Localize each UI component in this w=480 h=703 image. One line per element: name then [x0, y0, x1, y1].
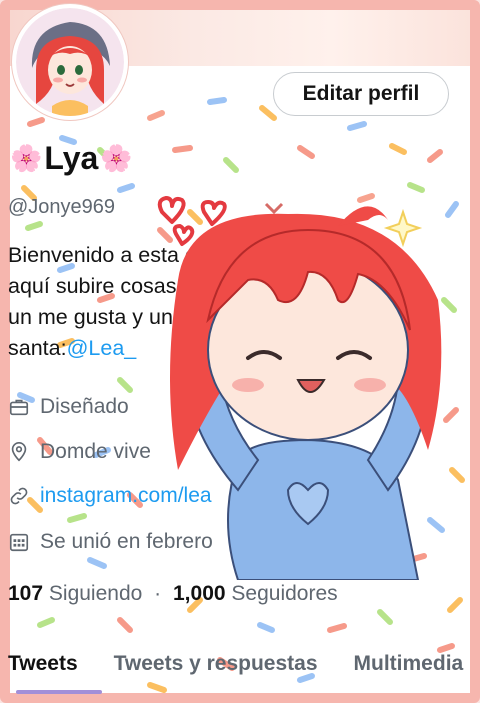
bio-mention-link[interactable]: @Lea_	[67, 336, 137, 360]
following-label: Siguiendo	[48, 582, 143, 605]
followers-count: 1,000	[173, 582, 226, 605]
briefcase-icon	[9, 399, 29, 416]
following-count: 107	[8, 582, 44, 605]
chibi-character-sticker	[157, 196, 442, 580]
stats-separator: ·	[154, 582, 162, 605]
followers-label: Seguidores	[231, 582, 338, 605]
flower-emoji-left: 🌸	[10, 143, 43, 173]
followers-link[interactable]: 1,000 Seguidores	[173, 582, 338, 605]
link-icon	[10, 487, 28, 505]
flower-emoji-right: 🌸	[100, 143, 133, 173]
avatar-illustration	[16, 8, 124, 116]
edit-profile-button[interactable]: Editar perfil	[273, 72, 449, 116]
meta-designed-text: Diseñado	[40, 395, 129, 418]
meta-designed: Diseñado	[8, 395, 129, 419]
profile-avatar[interactable]	[12, 4, 128, 120]
meta-location: Domde vive	[8, 440, 151, 464]
active-tab-indicator	[16, 690, 102, 694]
map-pin-icon	[11, 442, 27, 462]
tab-tweets[interactable]: Tweets	[8, 652, 78, 676]
bio-line-text: santa:	[8, 336, 67, 360]
profile-display-name: Lya	[44, 140, 99, 176]
profile-handle: @Jonye969	[8, 196, 116, 218]
follow-stats: 107 Siguiendo · 1,000 Seguidores	[8, 582, 338, 606]
calendar-icon	[9, 533, 29, 552]
meta-location-text: Domde vive	[40, 440, 151, 463]
profile-name: 🌸 Lya 🌸	[8, 140, 135, 177]
profile-tabs: Tweets Tweets y respuestas Multimedia	[8, 652, 480, 676]
tab-tweets-and-replies[interactable]: Tweets y respuestas	[114, 652, 318, 676]
tab-media[interactable]: Multimedia	[354, 652, 464, 676]
following-link[interactable]: 107 Siguiendo	[8, 582, 142, 605]
